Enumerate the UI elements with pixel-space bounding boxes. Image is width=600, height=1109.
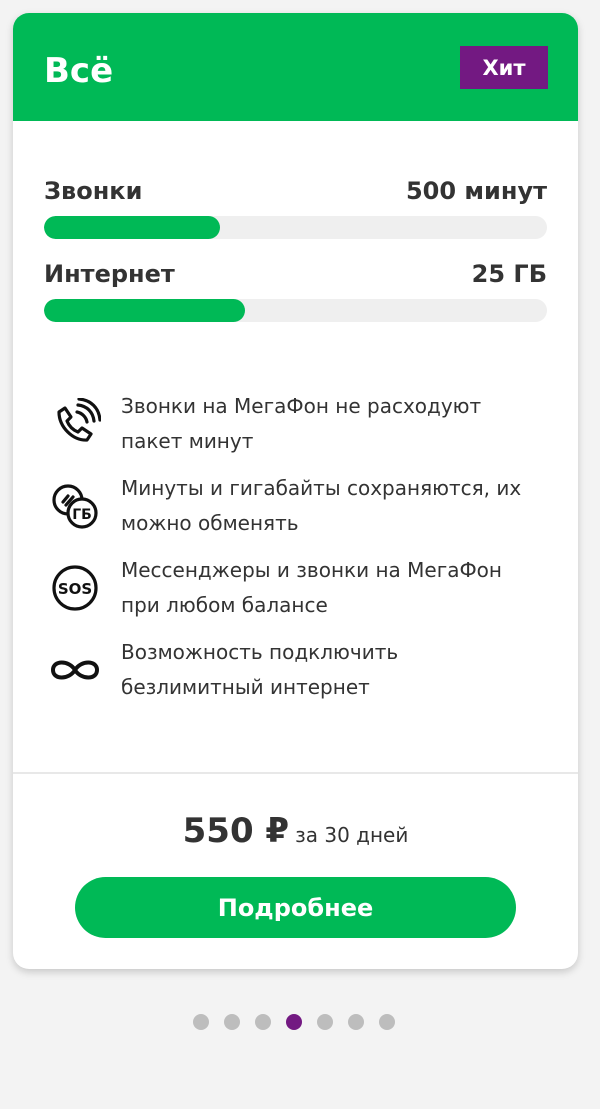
feature-text: Возможность подключить безлимитный интер… [121, 640, 399, 699]
internet-value: 25 ГБ [471, 260, 547, 288]
card-header: Всё Хит [13, 13, 578, 121]
feature-item: SOS Мессенджеры и звонки на МегаФон при … [47, 547, 547, 629]
hit-badge: Хит [460, 46, 548, 89]
pagination-dot[interactable] [348, 1014, 364, 1030]
infinity-icon [47, 642, 103, 698]
calls-progress-fill [44, 216, 221, 239]
sos-icon: SOS [47, 560, 103, 616]
pagination-dot[interactable] [255, 1014, 271, 1030]
minutes-gb-exchange-icon: ГБ [47, 478, 103, 534]
price-amount: 550 ₽ [182, 811, 290, 851]
pagination-dot[interactable] [379, 1014, 395, 1030]
calls-progress-bar [44, 216, 547, 239]
internet-label: Интернет [44, 260, 175, 288]
svg-text:ГБ: ГБ [72, 507, 92, 523]
svg-text:SOS: SOS [58, 580, 92, 598]
feature-text: Минуты и гигабайты сохраняются, их можно… [121, 476, 522, 535]
internet-usage: Интернет 25 ГБ [44, 259, 547, 322]
more-details-button[interactable]: Подробнее [75, 877, 516, 938]
price-line: 550 ₽ за 30 дней [13, 811, 578, 851]
phone-wave-icon [47, 396, 103, 452]
internet-progress-bar [44, 299, 547, 322]
feature-item: ГБ Минуты и гигабайты сохраняются, их мо… [47, 465, 547, 547]
divider [13, 772, 578, 774]
tariff-title: Всё [44, 51, 114, 91]
feature-item: Возможность подключить безлимитный интер… [47, 629, 547, 711]
pagination-dot-active[interactable] [286, 1014, 302, 1030]
feature-text: Мессенджеры и звонки на МегаФон при любо… [121, 558, 502, 617]
price-period: за 30 дней [295, 823, 409, 847]
pagination-dot[interactable] [193, 1014, 209, 1030]
feature-list: Звонки на МегаФон не расходуют пакет мин… [47, 383, 547, 711]
calls-label: Звонки [44, 177, 143, 205]
internet-progress-fill [44, 299, 246, 322]
feature-text: Звонки на МегаФон не расходуют пакет мин… [121, 394, 482, 453]
pagination-dot[interactable] [224, 1014, 240, 1030]
pagination-dots [193, 1014, 410, 1030]
calls-value: 500 минут [405, 177, 547, 205]
pagination-dot[interactable] [317, 1014, 333, 1030]
calls-usage: Звонки 500 минут [44, 176, 547, 239]
feature-item: Звонки на МегаФон не расходуют пакет мин… [47, 383, 547, 465]
tariff-card: Всё Хит Звонки 500 минут Интернет 25 ГБ [13, 13, 578, 969]
